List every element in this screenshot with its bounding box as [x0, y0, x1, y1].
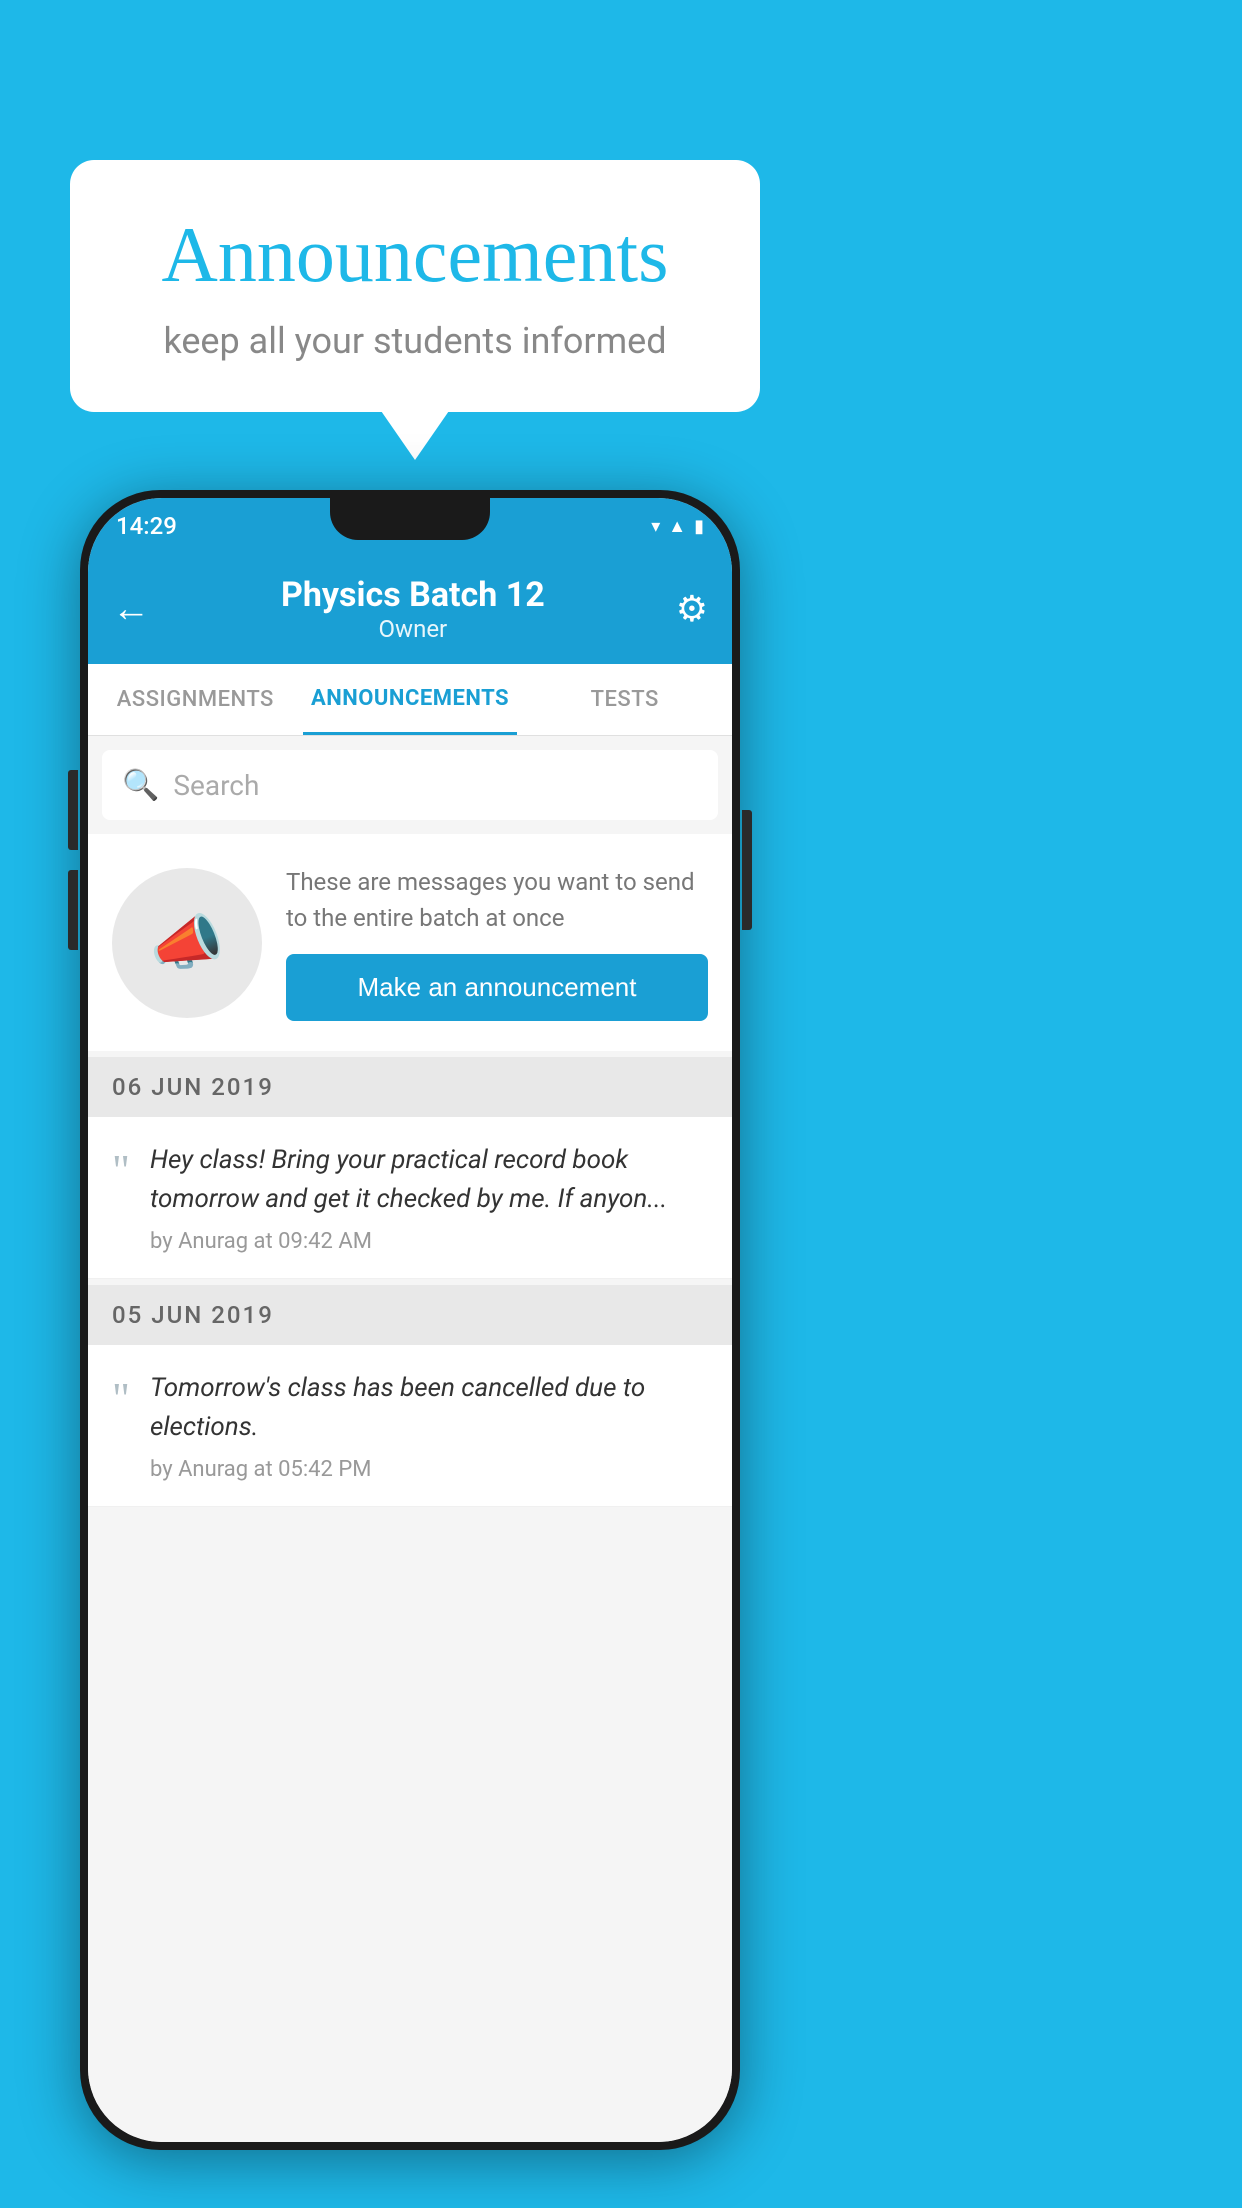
- bubble-title: Announcements: [130, 210, 700, 300]
- search-bar[interactable]: 🔍 Search: [102, 750, 718, 820]
- speech-bubble: Announcements keep all your students inf…: [70, 160, 760, 412]
- announcement-item-2[interactable]: " Tomorrow's class has been cancelled du…: [88, 1345, 732, 1507]
- bubble-subtitle: keep all your students informed: [130, 320, 700, 362]
- announcement-text-2: Tomorrow's class has been cancelled due …: [150, 1369, 708, 1447]
- date-header-2: 05 JUN 2019: [88, 1285, 732, 1345]
- power-button: [742, 810, 752, 930]
- date-header-1: 06 JUN 2019: [88, 1057, 732, 1117]
- volume-up-button: [68, 770, 78, 850]
- announcement-content-1: Hey class! Bring your practical record b…: [150, 1141, 708, 1254]
- quote-icon-2: ": [112, 1377, 130, 1421]
- megaphone-icon: 📣: [150, 907, 225, 978]
- announcement-meta-2: by Anurag at 05:42 PM: [150, 1457, 708, 1482]
- announcement-content-2: Tomorrow's class has been cancelled due …: [150, 1369, 708, 1482]
- status-time: 14:29: [116, 512, 177, 540]
- announcement-item-1[interactable]: " Hey class! Bring your practical record…: [88, 1117, 732, 1279]
- megaphone-circle: 📣: [112, 868, 262, 1018]
- cta-content: These are messages you want to send to t…: [286, 864, 708, 1021]
- volume-down-button: [68, 870, 78, 950]
- content-area: 🔍 Search 📣 These are messages you want t…: [88, 736, 732, 2142]
- battery-icon: ▮: [694, 516, 704, 537]
- tab-assignments[interactable]: ASSIGNMENTS: [88, 664, 303, 735]
- cta-description: These are messages you want to send to t…: [286, 864, 708, 936]
- search-icon: 🔍: [122, 768, 159, 803]
- app-bar-title-group: Physics Batch 12 Owner: [150, 575, 676, 643]
- back-button[interactable]: ←: [112, 587, 150, 631]
- app-bar: ← Physics Batch 12 Owner ⚙: [88, 554, 732, 664]
- phone-frame: 14:29 ▾ ▲ ▮ ← Physics Batch 12 Owner ⚙ A…: [80, 490, 740, 2150]
- phone-notch: [330, 498, 490, 540]
- status-icons: ▾ ▲ ▮: [651, 516, 704, 537]
- app-bar-title: Physics Batch 12: [150, 575, 676, 615]
- search-placeholder: Search: [173, 769, 259, 802]
- wifi-icon: ▾: [651, 516, 660, 537]
- app-bar-subtitle: Owner: [150, 615, 676, 643]
- tab-announcements[interactable]: ANNOUNCEMENTS: [303, 664, 518, 735]
- make-announcement-button[interactable]: Make an announcement: [286, 954, 708, 1021]
- phone-screen: 14:29 ▾ ▲ ▮ ← Physics Batch 12 Owner ⚙ A…: [88, 498, 732, 2142]
- announcement-meta-1: by Anurag at 09:42 AM: [150, 1229, 708, 1254]
- announcement-cta-card: 📣 These are messages you want to send to…: [88, 834, 732, 1051]
- settings-icon[interactable]: ⚙: [676, 588, 708, 630]
- quote-icon-1: ": [112, 1149, 130, 1193]
- signal-icon: ▲: [668, 516, 686, 537]
- announcement-text-1: Hey class! Bring your practical record b…: [150, 1141, 708, 1219]
- tab-bar: ASSIGNMENTS ANNOUNCEMENTS TESTS: [88, 664, 732, 736]
- tab-tests[interactable]: TESTS: [517, 664, 732, 735]
